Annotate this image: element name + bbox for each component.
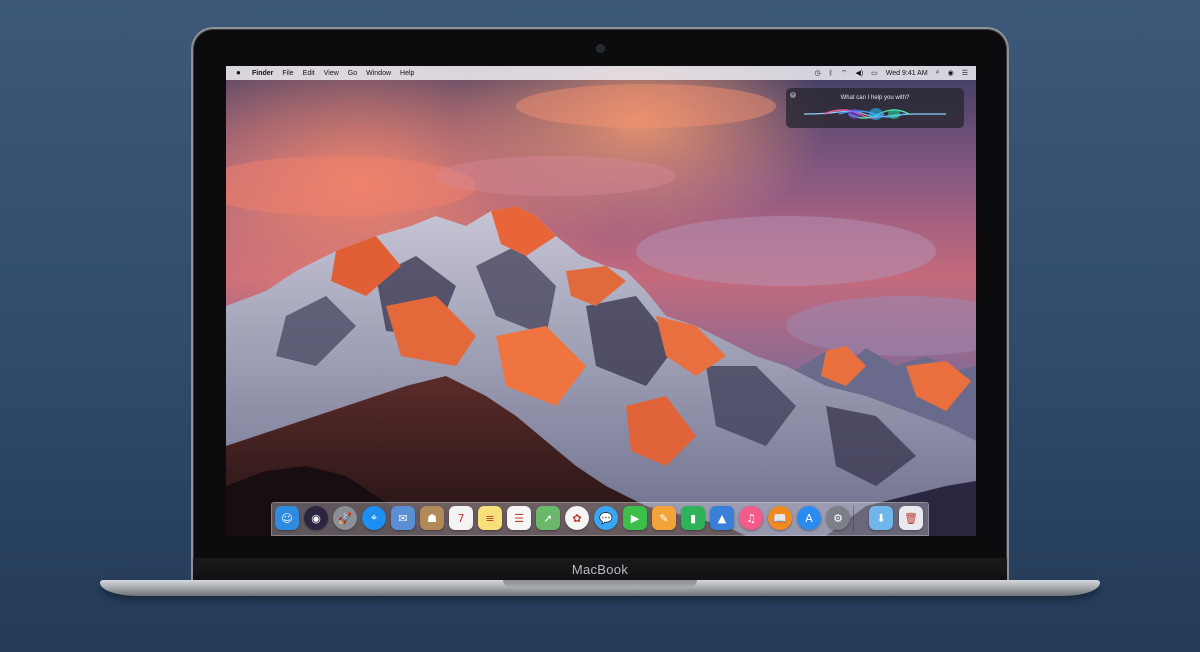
dock-finder-icon[interactable]: ☺ [275,506,299,530]
menu-item-help[interactable]: Help [400,70,414,77]
menu-item-finder[interactable]: Finder [252,70,273,77]
dock-numbers-icon[interactable]: ▮ [681,506,705,530]
dock-reminders-icon[interactable]: ☰ [507,506,531,530]
brand-label: MacBook [571,562,629,577]
dock-ibooks-icon[interactable]: 📖 [768,506,792,530]
camera-icon [597,45,604,52]
menu-bar: ● Finder File Edit View Go Window Help ◷… [226,66,976,80]
menu-item-window[interactable]: Window [366,70,391,77]
dock-contacts-icon[interactable]: ☗ [420,506,444,530]
clock[interactable]: Wed 9:41 AM [886,70,928,77]
dock-itunes-icon[interactable]: ♫ [739,506,763,530]
dock-facetime-icon[interactable]: ▶ [623,506,647,530]
laptop-lid-notch [503,580,697,587]
siri-icon[interactable]: ◉ [948,69,954,77]
siri-panel: × What can I help you with? [786,88,964,128]
apple-logo-icon[interactable]: ● [236,69,244,77]
bluetooth-icon[interactable]: ᛒ [829,70,833,77]
siri-waveform-icon [804,108,946,120]
dock-keynote-icon[interactable]: ▲ [710,506,734,530]
time-machine-icon[interactable]: ◷ [815,69,821,77]
dock-maps-icon[interactable]: ➚ [536,506,560,530]
dock-messages-icon[interactable]: 💬 [594,506,618,530]
menu-item-go[interactable]: Go [348,70,357,77]
volume-icon[interactable]: ◀) [855,69,863,77]
spotlight-icon[interactable]: ⌕ [936,69,940,77]
dock-app-store-icon[interactable]: A [797,506,821,530]
dock-trash-icon[interactable]: 🗑 [899,506,923,530]
dock-photos-icon[interactable]: ✿ [565,506,589,530]
dock-mail-icon[interactable]: ✉ [391,506,415,530]
dock-siri-icon[interactable]: ◉ [304,506,328,530]
menu-item-edit[interactable]: Edit [303,70,315,77]
siri-prompt: What can I help you with? [840,95,910,101]
dock-launchpad-icon[interactable]: 🚀 [333,506,357,530]
notification-center-icon[interactable]: ☰ [962,69,968,77]
dock-calendar-icon[interactable]: 7 [449,506,473,530]
battery-icon[interactable]: ▭ [871,69,878,77]
dock-system-preferences-icon[interactable]: ⚙ [826,506,850,530]
screen: ● Finder File Edit View Go Window Help ◷… [226,66,976,536]
status-area: ◷ ᛒ ⌔ ◀) ▭ Wed 9:41 AM ⌕ ◉ ☰ [807,66,968,80]
dock-downloads-folder-icon[interactable]: ⬇ [869,506,893,530]
menu-item-view[interactable]: View [324,70,339,77]
dock-pages-icon[interactable]: ✎ [652,506,676,530]
dock-notes-icon[interactable]: ≡ [478,506,502,530]
dock: ☺ ◉ 🚀 ⌖ ✉ ☗ 7 ≡ ☰ ➚ ✿ 💬 ▶ ✎ ▮ ▲ ♫ 📖 A ⚙ ⬇ 🗑 [271,502,929,536]
menu-item-file[interactable]: File [282,70,293,77]
dock-separator [853,506,854,532]
desktop-wallpaper [226,66,976,536]
wifi-icon[interactable]: ⌔ [841,69,848,78]
dock-safari-icon[interactable]: ⌖ [362,506,386,530]
